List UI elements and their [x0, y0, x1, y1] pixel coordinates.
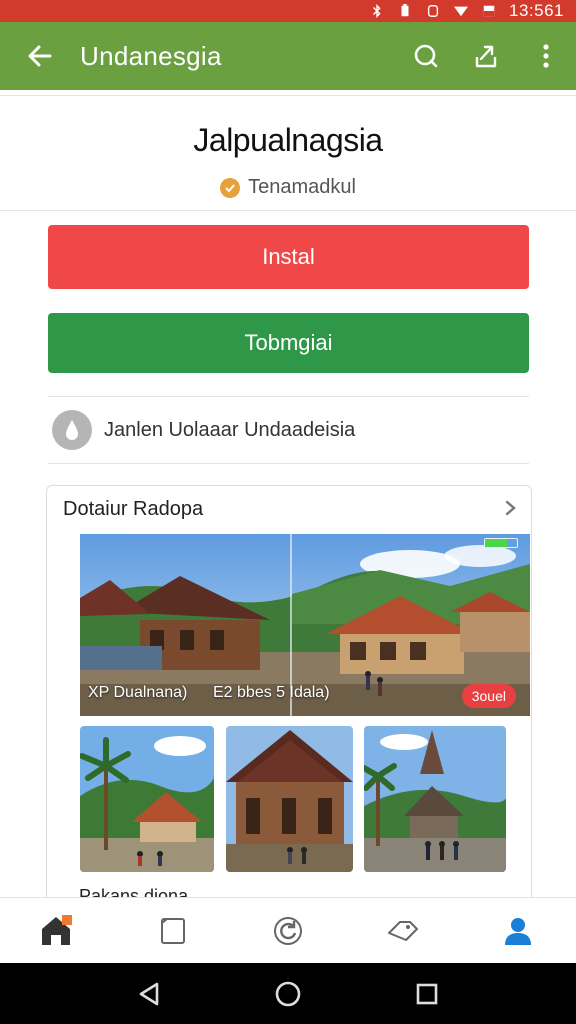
info-row[interactable]: Janlen Uolaaar Undaadeisia: [48, 396, 529, 464]
more-vert-icon: [543, 44, 549, 68]
nav-library[interactable]: [115, 898, 230, 963]
search-icon: [414, 44, 438, 68]
status-time: 13:561: [509, 1, 564, 20]
triangle-back-icon: [140, 982, 159, 1005]
screenshot-caption: E2 bbes 5 Idala): [213, 684, 330, 701]
screenshots-card: Dotaiur Radopa XP Dualnana) E2 bbes 5 Id…: [46, 485, 532, 905]
screenshots-title: Dotaiur Radopa: [63, 498, 204, 520]
profile-icon: [505, 917, 532, 945]
status-bar: 13:561: [0, 0, 576, 22]
system-nav-bar: [0, 963, 576, 1024]
wifi-icon: [454, 6, 468, 17]
screenshot-badge[interactable]: 3ouel: [461, 684, 516, 708]
wooden-house-image: [226, 726, 353, 872]
more-options-button[interactable]: [516, 22, 576, 90]
screenshot-thumb[interactable]: [80, 726, 214, 872]
bottom-nav: [0, 897, 576, 963]
system-home-button[interactable]: [258, 964, 318, 1024]
signal-icon: [483, 5, 495, 17]
deals-icon: [388, 920, 419, 941]
install-button[interactable]: Instal: [48, 225, 529, 289]
palm-village-image: [80, 726, 214, 872]
screenshot-caption: XP Dualnana): [88, 684, 188, 701]
nav-deals[interactable]: [346, 898, 461, 963]
info-text: Janlen Uolaaar Undaadeisia: [104, 418, 356, 441]
screenshot-thumb[interactable]: [364, 726, 506, 872]
secondary-action-button[interactable]: Tobmgiai: [48, 313, 529, 373]
battery-saver-icon: [401, 4, 409, 17]
temple-image: [364, 726, 506, 872]
refresh-icon: [274, 916, 302, 945]
divider: [0, 95, 576, 96]
screenshot-thumb[interactable]: [226, 726, 353, 872]
chevron-right-icon[interactable]: [503, 500, 517, 516]
search-button[interactable]: [396, 22, 456, 90]
app-bar-title: Undanesgia: [80, 40, 222, 71]
nav-profile[interactable]: [461, 898, 576, 963]
nav-home[interactable]: [0, 898, 115, 963]
screenshot-main[interactable]: XP Dualnana) E2 bbes 5 Idala) 3ouel: [80, 534, 530, 716]
home-icon: [41, 914, 72, 945]
nav-updates[interactable]: [230, 898, 345, 963]
app-bar: Undanesgia: [0, 22, 576, 90]
drop-icon: [52, 410, 92, 450]
square-recents-icon: [416, 983, 437, 1004]
verified-badge-icon: [220, 177, 241, 198]
developer-row[interactable]: Tenamadkul: [0, 176, 576, 199]
circle-home-icon: [275, 981, 301, 1006]
arrow-left-icon: [28, 45, 52, 67]
bluetooth-icon: [373, 4, 381, 18]
vibrate-icon: [427, 5, 439, 17]
back-button[interactable]: [0, 22, 80, 90]
developer-name: Tenamadkul: [248, 176, 356, 198]
share-icon: [475, 45, 497, 68]
app-name: Jalpualnagsia: [193, 122, 383, 158]
system-back-button[interactable]: [119, 964, 179, 1024]
battery-indicator: [484, 538, 518, 548]
system-recents-button[interactable]: [397, 964, 457, 1024]
divider: [0, 210, 576, 211]
book-icon: [160, 917, 185, 944]
share-button[interactable]: [456, 22, 516, 90]
